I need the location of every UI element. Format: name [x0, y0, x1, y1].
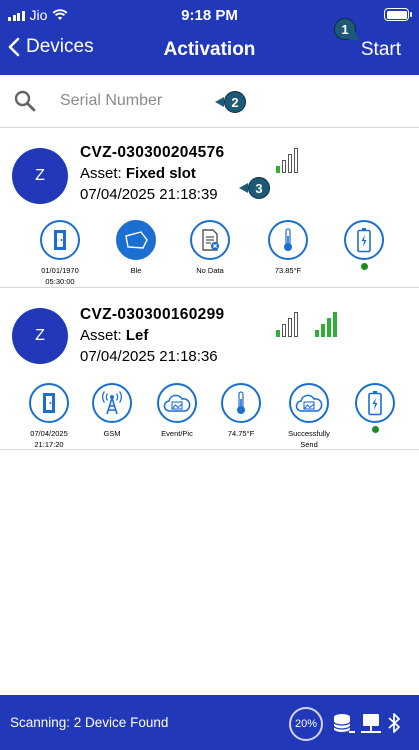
- battery-icon: [344, 220, 384, 260]
- device-datetime: 07/04/2025 21:18:39: [80, 186, 218, 203]
- search-bar: [0, 75, 419, 128]
- temperature-label: 73.85°F: [274, 266, 302, 275]
- device-serial: CVZ-030300204576: [80, 144, 225, 161]
- device-info: CVZ-030300160299 Asset: Lef 07/04/2025 2…: [80, 304, 224, 367]
- device-info: CVZ-030300204576 Asset: Fixed slot 07/04…: [80, 142, 224, 205]
- device-network-icon: [361, 714, 381, 733]
- battery-status-icon: [384, 8, 412, 21]
- battery-sensor[interactable]: [324, 220, 404, 270]
- device-datetime: 07/04/2025 21:18:36: [80, 348, 218, 365]
- status-time: 9:18 PM: [181, 7, 238, 24]
- temperature-sensor[interactable]: 73.85°F: [248, 220, 328, 276]
- annotation-pointer-2: [215, 97, 224, 107]
- annotation-marker-3: 3: [248, 177, 270, 199]
- asset-label: Asset:: [80, 165, 126, 182]
- battery-status-dot: [371, 426, 379, 433]
- bottom-status-bar: Scanning: 2 Device Found 20%: [0, 695, 419, 750]
- device-card[interactable]: Z CVZ-030300204576 Asset: Fixed slot 07/…: [0, 128, 419, 288]
- signal-strength-icon: [276, 312, 298, 337]
- door-sensor[interactable]: 01/01/1970 05:30:00: [20, 220, 100, 287]
- ble-sensor[interactable]: Ble: [96, 220, 176, 276]
- battery-sensor[interactable]: [335, 383, 415, 433]
- data-sensor[interactable]: No Data: [170, 220, 250, 276]
- serial-number-input[interactable]: [60, 87, 210, 115]
- search-icon: [14, 90, 36, 112]
- thermometer-icon: [221, 383, 261, 423]
- thermometer-icon: [268, 220, 308, 260]
- battery-icon: [355, 383, 395, 423]
- device-serial: CVZ-030300160299: [80, 306, 225, 323]
- no-data-label: No Data: [196, 266, 224, 275]
- asset-value: Lef: [125, 327, 149, 344]
- scan-progress: 20%: [289, 707, 323, 741]
- ble-label: Ble: [130, 266, 142, 275]
- device-asset: Asset: Fixed slot: [80, 163, 224, 184]
- asset-label: Asset:: [80, 327, 126, 344]
- ble-tag-icon: [116, 220, 156, 260]
- avatar: Z: [12, 308, 68, 364]
- cloud-image-icon: [289, 383, 329, 423]
- asset-value: Fixed slot: [125, 165, 196, 182]
- start-button[interactable]: Start: [361, 39, 401, 61]
- battery-status-dot: [360, 263, 368, 270]
- status-bar: Jio 9:18 PM: [0, 6, 419, 26]
- device-asset: Asset: Lef: [80, 325, 224, 346]
- bluetooth-icon: [388, 713, 400, 733]
- avatar: Z: [12, 148, 68, 204]
- gsm-tower-icon: [92, 383, 132, 423]
- device-card[interactable]: Z CVZ-030300160299 Asset: Lef 07/04/2025…: [0, 288, 419, 450]
- no-data-icon: [190, 220, 230, 260]
- cellular-signal-icon: [315, 312, 337, 337]
- door-icon: [40, 220, 80, 260]
- database-icon: [333, 714, 355, 733]
- door-sensor-label: 01/01/1970 05:30:00: [41, 266, 79, 286]
- annotation-marker-2: 2: [224, 91, 246, 113]
- annotation-pointer-3: [239, 183, 248, 193]
- signal-strength-icon: [276, 148, 298, 173]
- door-icon: [29, 383, 69, 423]
- cloud-image-icon: [157, 383, 197, 423]
- scan-status: Scanning: 2 Device Found: [10, 715, 169, 730]
